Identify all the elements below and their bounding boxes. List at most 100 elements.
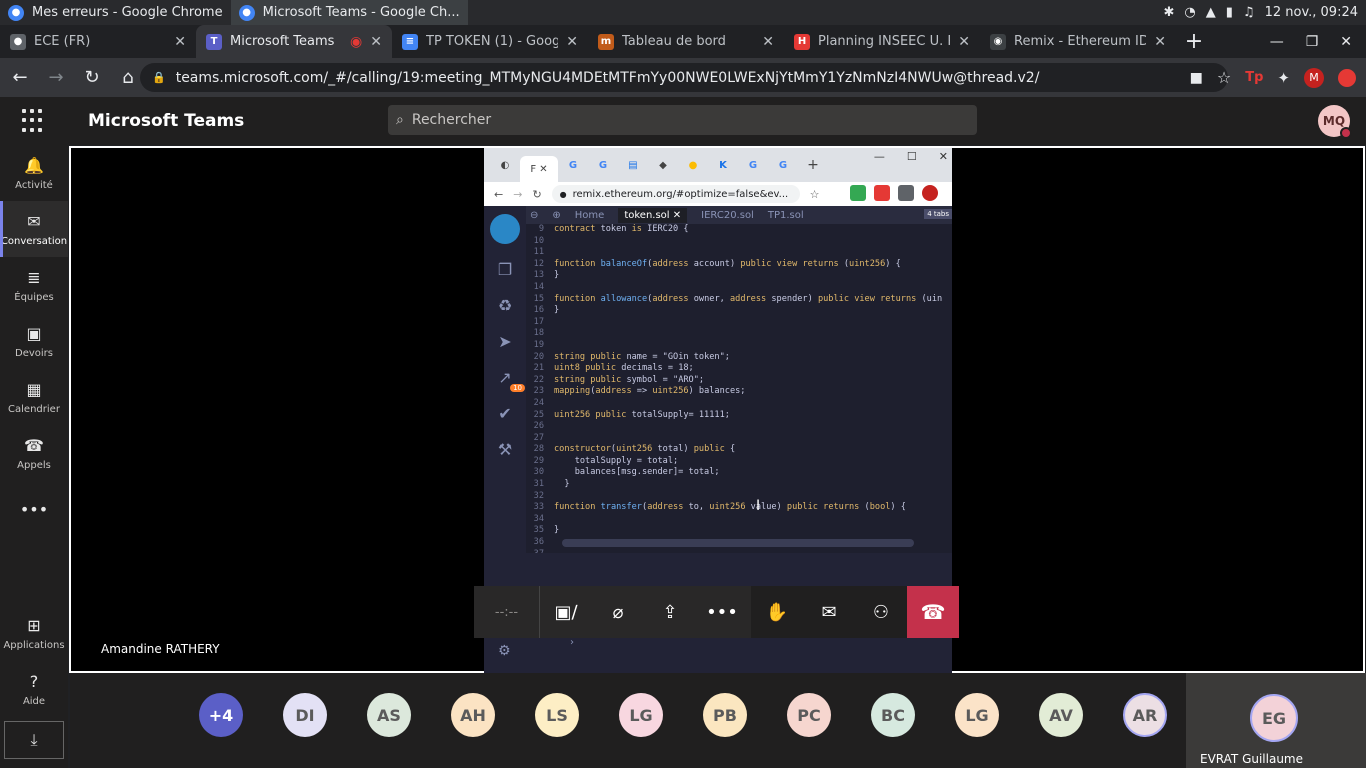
camera-off-icon[interactable]: ▣∕ xyxy=(540,586,592,638)
close-tab-icon[interactable]: ✕ xyxy=(174,34,186,50)
remix-tab-home: Home xyxy=(574,209,605,221)
back-button[interactable]: ← xyxy=(4,62,36,94)
mic-off-icon[interactable]: ⌀ xyxy=(592,586,644,638)
restore-icon[interactable]: ❐ xyxy=(1306,34,1319,50)
more-actions-icon[interactable]: ••• xyxy=(696,586,748,638)
code-line: 14 xyxy=(526,282,952,294)
code-text: } xyxy=(554,305,560,316)
address-bar[interactable]: 🔒 teams.microsoft.com/_#/calling/19:meet… xyxy=(140,63,1228,92)
code-line: 15 function allowance(address owner, addr… xyxy=(526,294,952,306)
code-line: 27 xyxy=(526,433,952,445)
clock[interactable]: 12 nov., 09:24 xyxy=(1265,5,1358,20)
participant-avatar[interactable]: AV xyxy=(1039,693,1083,737)
download-app-icon[interactable]: ⤓ xyxy=(4,721,64,759)
google-icon: G xyxy=(568,159,578,171)
participant-avatar[interactable]: PC xyxy=(787,693,831,737)
toolbar-right: ■ ☆ Tp ✦ M xyxy=(1190,58,1356,97)
forward-button[interactable]: → xyxy=(40,62,72,94)
close-tab-icon[interactable]: ✕ xyxy=(958,34,970,50)
volume-icon[interactable]: ♫ xyxy=(1243,5,1255,20)
wifi-icon[interactable]: ◔ xyxy=(1184,5,1195,20)
code-text: } xyxy=(554,479,570,490)
line-number: 30 xyxy=(533,467,544,478)
rail-item-help[interactable]: ? Aide xyxy=(0,661,68,717)
new-tab-button[interactable]: + xyxy=(1176,25,1212,58)
participant-avatar[interactable]: LG xyxy=(619,693,663,737)
close-tab-icon[interactable]: ✕ xyxy=(1154,34,1166,50)
rail-item-calendar[interactable]: ▦ Calendrier xyxy=(0,369,68,425)
tab-favicon-icon: ● xyxy=(10,33,26,50)
search-input[interactable]: ⌕ Rechercher xyxy=(388,105,977,135)
camera-icon[interactable]: ■ xyxy=(1190,70,1203,86)
bluetooth-icon[interactable]: ✱ xyxy=(1164,5,1175,20)
rail-label: Calendrier xyxy=(8,403,60,415)
participant-avatar[interactable]: BC xyxy=(871,693,915,737)
tab-favicon-icon: m xyxy=(598,33,614,50)
participant-avatar[interactable]: LS xyxy=(535,693,579,737)
battery-icon[interactable]: ▮ xyxy=(1226,5,1233,20)
share-screen-icon[interactable]: ⇪ xyxy=(644,586,696,638)
code-line: 19 xyxy=(526,340,952,352)
user-avatar[interactable]: MQ xyxy=(1318,105,1352,139)
line-number: 23 xyxy=(533,386,544,397)
participant-avatar[interactable]: AH xyxy=(451,693,495,737)
close-tab-icon[interactable]: ✕ xyxy=(762,34,774,50)
close-tab-icon[interactable]: ✕ xyxy=(370,34,382,50)
chrome-icon: ● xyxy=(238,4,255,21)
rail-item-bell[interactable]: 🔔 Activité xyxy=(0,145,68,201)
browser-tabstrip: ● ECE (FR) ✕ T Microsoft Teams ◉ ✕ ≡ TP TOKEN (1… xyxy=(0,25,1366,58)
participants-icon[interactable]: ⚇ xyxy=(855,586,907,638)
browser-tab[interactable]: ◉ Remix - Ethereum IDE ✕ xyxy=(980,25,1176,58)
rail-item-more[interactable]: ••• xyxy=(0,481,68,537)
browser-tab[interactable]: H Planning INSEEC U. PAR ✕ xyxy=(784,25,980,58)
self-tile[interactable]: EG EVRAT Guillaume xyxy=(1186,673,1366,768)
rail-item-phone[interactable]: ☎ Appels xyxy=(0,425,68,481)
notification-icon[interactable]: ▲ xyxy=(1206,5,1216,20)
extension-red-icon[interactable] xyxy=(1338,68,1356,87)
line-number: 36 xyxy=(533,537,544,548)
minimize-icon[interactable]: — xyxy=(1270,34,1284,50)
participant-avatar[interactable]: PB xyxy=(703,693,747,737)
reload-button[interactable]: ↻ xyxy=(76,62,108,94)
browser-tab[interactable]: T Microsoft Teams ◉ ✕ xyxy=(196,25,392,58)
browser-tab[interactable]: m Tableau de bord ✕ xyxy=(588,25,784,58)
os-task-0[interactable]: ● Mes erreurs - Google Chrome xyxy=(0,0,231,25)
extension-tp-icon[interactable]: Tp xyxy=(1245,70,1263,85)
rail-item-chat[interactable]: ✉ Conversation xyxy=(0,201,68,257)
app-rail: 🔔 Activité ✉ Conversation ≣ Équipes ▣ Devoirs ▦ C… xyxy=(0,145,68,768)
recording-icon: ◉ xyxy=(350,33,363,50)
tab-favicon-icon: ◉ xyxy=(990,33,1006,50)
browser-tab[interactable]: ≡ TP TOKEN (1) - Google D ✕ xyxy=(392,25,588,58)
participant-avatar[interactable]: AR xyxy=(1123,693,1167,737)
os-task-1[interactable]: ● Microsoft Teams - Google Ch... xyxy=(230,0,468,25)
code-text: constructor(uint256 total) public { xyxy=(554,444,736,455)
app-title: Microsoft Teams xyxy=(88,111,245,131)
hang-up-icon[interactable]: ☎ xyxy=(907,586,959,638)
app-launcher-icon[interactable] xyxy=(22,109,46,133)
tab-title: Microsoft Teams xyxy=(230,34,335,49)
participant-avatar[interactable]: DI xyxy=(283,693,327,737)
more-participants-button[interactable]: +4 xyxy=(199,693,243,737)
rail-item-teams[interactable]: ≣ Équipes xyxy=(0,257,68,313)
chat-icon[interactable]: ✉ xyxy=(803,586,855,638)
close-window-icon[interactable]: ✕ xyxy=(1340,34,1352,50)
search-placeholder: Rechercher xyxy=(411,112,492,128)
code-line: 21 uint8 public decimals = 18; xyxy=(526,363,952,375)
profile-avatar[interactable]: M xyxy=(1304,67,1324,88)
bookmark-star-icon[interactable]: ☆ xyxy=(1217,68,1231,87)
rail-item-apps[interactable]: ⊞ Applications xyxy=(0,605,68,661)
browser-tab[interactable]: ● ECE (FR) ✕ xyxy=(0,25,196,58)
raise-hand-icon[interactable]: ✋ xyxy=(751,586,803,638)
close-tab-icon[interactable]: ✕ xyxy=(566,34,578,50)
code-text: string public symbol = "ARO"; xyxy=(554,374,705,385)
remix-settings-icon: ⚙ xyxy=(498,643,511,659)
participant-avatar[interactable]: LG xyxy=(955,693,999,737)
google-icon: G xyxy=(748,159,758,171)
participant-avatar[interactable]: AS xyxy=(367,693,411,737)
code-line: 23 mapping(address => uint256) balances; xyxy=(526,386,952,398)
extensions-puzzle-icon[interactable]: ✦ xyxy=(1277,69,1290,87)
rail-item-assignments[interactable]: ▣ Devoirs xyxy=(0,313,68,369)
code-text: uint256 public totalSupply= 11111; xyxy=(554,409,730,420)
os-task-label: Mes erreurs - Google Chrome xyxy=(32,5,223,20)
address-url: teams.microsoft.com/_#/calling/19:meetin… xyxy=(175,69,1040,86)
